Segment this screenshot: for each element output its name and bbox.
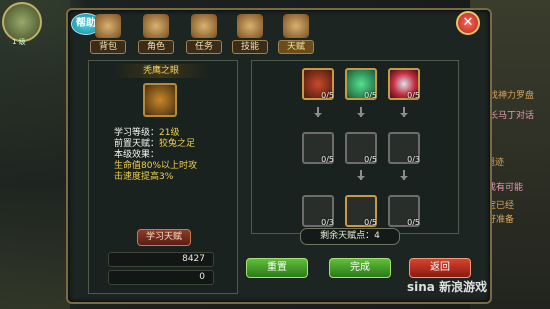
remaining-points: 剩余天赋点：4 — [300, 228, 400, 245]
scroll-icon — [191, 14, 217, 38]
diamond-value: 0 — [199, 272, 205, 282]
tree-arrow — [314, 107, 322, 117]
gold-amount: 8427 — [108, 252, 214, 267]
tab-backpack[interactable]: 背包 — [90, 14, 126, 54]
talent-node[interactable]: 0/5 — [302, 132, 334, 164]
effect-label: 本级效果： — [114, 150, 160, 160]
eagle-eye-icon — [143, 83, 177, 117]
tree-arrow — [400, 107, 408, 117]
tab-label: 背包 — [90, 40, 126, 54]
node-count: 0/5 — [321, 155, 334, 164]
talent-info: 学习等级：21级 前置天赋：狡兔之足 本级效果： 生命值80%以上时攻 击速度提… — [114, 128, 197, 183]
sword-icon — [237, 14, 263, 38]
node-count: 0/5 — [364, 218, 377, 227]
player-avatar[interactable] — [2, 2, 42, 42]
node-count: 0/3 — [407, 155, 420, 164]
left-side-bg — [0, 0, 70, 309]
talent-node[interactable]: 0/5 — [345, 132, 377, 164]
watermark: sina 新浪游戏 — [407, 280, 488, 294]
node-count: 0/5 — [407, 218, 420, 227]
player-level: 1 级 — [12, 38, 26, 46]
node-count: 0/5 — [364, 91, 377, 100]
tree-arrow — [400, 170, 408, 180]
diamond-amount: 0 — [108, 270, 214, 285]
talent-node[interactable]: 0/5 — [302, 68, 334, 100]
learn-level-value: 21级 — [159, 128, 180, 138]
effect-line-2: 击速度提高3% — [114, 172, 174, 182]
prereq-value: 狡兔之足 — [159, 139, 196, 149]
talent-icon — [283, 14, 309, 38]
done-button[interactable]: 完成 — [329, 258, 391, 278]
node-count: 0/5 — [407, 91, 420, 100]
tree-arrow — [357, 107, 365, 117]
tab-quest[interactable]: 任务 — [186, 14, 222, 54]
back-button[interactable]: 返回 — [409, 258, 471, 278]
tab-talent[interactable]: 天赋 — [278, 14, 314, 54]
tree-arrow — [357, 170, 365, 180]
talent-node[interactable]: 0/3 — [302, 195, 334, 227]
helmet-icon — [143, 14, 169, 38]
gold-value: 8427 — [182, 254, 205, 264]
effect-line-1: 生命值80%以上时攻 — [114, 161, 198, 171]
talent-title: 秃鹰之眼 — [114, 64, 208, 78]
tab-label: 角色 — [138, 40, 174, 54]
learn-level-key: 学习等级： — [114, 128, 160, 138]
reset-button[interactable]: 重置 — [246, 258, 308, 278]
talent-node[interactable]: 0/5 — [388, 195, 420, 227]
tab-skills[interactable]: 技能 — [232, 14, 268, 54]
tab-label: 技能 — [232, 40, 268, 54]
tab-character[interactable]: 角色 — [138, 14, 174, 54]
close-icon[interactable]: ✕ — [456, 11, 480, 35]
prereq-key: 前置天赋： — [114, 139, 160, 149]
talent-node[interactable]: 0/3 — [388, 132, 420, 164]
node-count: 0/5 — [364, 155, 377, 164]
node-count: 0/5 — [321, 91, 334, 100]
node-count: 0/3 — [321, 218, 334, 227]
backpack-icon — [95, 14, 121, 38]
talent-node[interactable]: 0/5 — [345, 68, 377, 100]
talent-node[interactable]: 0/5 — [388, 68, 420, 100]
learn-talent-button[interactable]: 学习天赋 — [137, 229, 191, 246]
tab-label: 天赋 — [278, 40, 314, 54]
tab-label: 任务 — [186, 40, 222, 54]
talent-node[interactable]: 0/5 — [345, 195, 377, 227]
